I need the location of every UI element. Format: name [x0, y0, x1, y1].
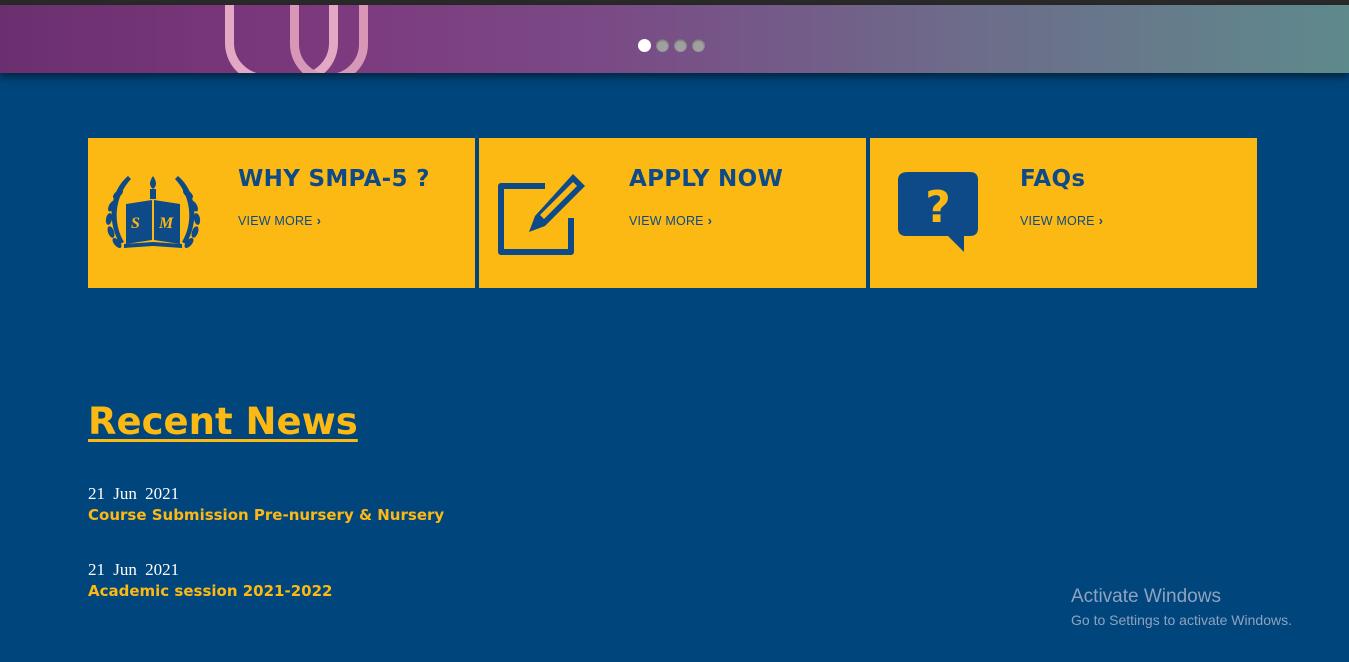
- slider-dot-1[interactable]: [638, 39, 651, 52]
- card-apply-now[interactable]: APPLY NOW VIEW MORE ›: [479, 138, 866, 288]
- slider-dots: [638, 39, 705, 52]
- view-more-link[interactable]: VIEW MORE ›: [1020, 214, 1103, 228]
- chevron-right-icon: ›: [707, 214, 713, 228]
- card-title: FAQs: [1020, 166, 1086, 192]
- card-title: WHY SMPA-5 ?: [238, 166, 430, 192]
- card-title: APPLY NOW: [629, 166, 784, 192]
- school-emblem-icon: S M: [98, 166, 218, 261]
- svg-text:M: M: [158, 215, 174, 232]
- news-item: 21 Jun 2021 Academic session 2021-2022: [88, 560, 332, 602]
- news-title-link[interactable]: Academic session 2021-2022: [88, 580, 332, 602]
- slider-dot-4[interactable]: [692, 39, 705, 52]
- watermark-title: Activate Windows: [1071, 586, 1221, 607]
- recent-news-heading[interactable]: Recent News: [88, 400, 358, 443]
- view-more-link[interactable]: VIEW MORE ›: [629, 214, 712, 228]
- view-more-label: VIEW MORE: [1020, 214, 1095, 228]
- news-item: 21 Jun 2021 Course Submission Pre-nurser…: [88, 484, 444, 526]
- question-bubble-icon: ?: [880, 166, 1000, 261]
- activate-windows-watermark: Activate Windows Go to Settings to activ…: [1071, 586, 1292, 630]
- svg-text:?: ?: [925, 182, 951, 233]
- chevron-right-icon: ›: [1098, 214, 1104, 228]
- view-more-label: VIEW MORE: [629, 214, 704, 228]
- slider-dot-3[interactable]: [674, 39, 687, 52]
- svg-text:S: S: [131, 215, 140, 232]
- card-faqs[interactable]: ? FAQs VIEW MORE ›: [870, 138, 1257, 288]
- view-more-label: VIEW MORE: [238, 214, 313, 228]
- news-title-link[interactable]: Course Submission Pre-nursery & Nursery: [88, 504, 444, 526]
- edit-pencil-icon: [489, 166, 609, 261]
- hero-slider[interactable]: [0, 5, 1349, 73]
- watermark-subtitle: Go to Settings to activate Windows.: [1071, 612, 1292, 628]
- news-date: 21 Jun 2021: [88, 484, 180, 503]
- chevron-right-icon: ›: [316, 214, 322, 228]
- view-more-link[interactable]: VIEW MORE ›: [238, 214, 321, 228]
- slider-dot-2[interactable]: [656, 39, 669, 52]
- card-why-smpa[interactable]: S M WHY SMPA-5 ? VIEW MORE ›: [88, 138, 475, 288]
- hero-image-decoration: [290, 5, 368, 73]
- news-date: 21 Jun 2021: [88, 560, 180, 579]
